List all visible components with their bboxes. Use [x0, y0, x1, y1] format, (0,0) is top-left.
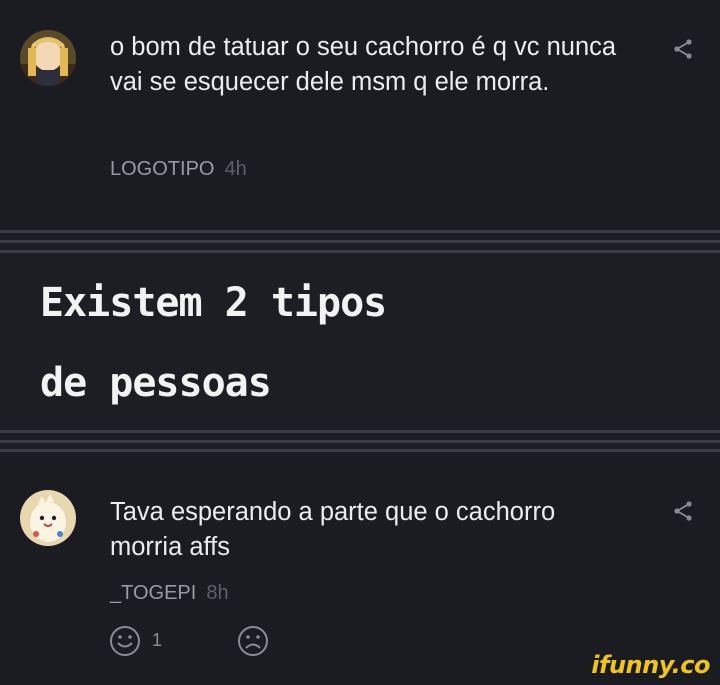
comment-1: o bom de tatuar o seu cachorro é q vc nu…: [0, 0, 720, 230]
author-name[interactable]: LOGOTIPO: [110, 158, 214, 180]
watermark-logo: ifunny.co: [591, 651, 710, 679]
share-button[interactable]: [672, 500, 694, 522]
meme-caption: Existem 2 tipos de pessoas: [0, 230, 720, 452]
like-button[interactable]: [108, 624, 142, 658]
share-icon: [674, 501, 692, 521]
comment-text: o bom de tatuar o seu cachorro é q vc nu…: [110, 33, 617, 96]
share-button[interactable]: [672, 38, 694, 60]
share-icon: [674, 39, 692, 59]
comment-text: Tava esperando a parte que o cachorro mo…: [110, 498, 556, 561]
caption-line-1: Existem 2 tipos: [40, 280, 387, 326]
divider: [0, 440, 720, 443]
anime-girl-avatar-icon: [20, 30, 76, 86]
caption-line-2: de pessoas: [40, 360, 272, 406]
frown-icon: [238, 626, 268, 656]
divider: [0, 240, 720, 243]
comment-time: 4h: [224, 158, 247, 180]
togepi-avatar-icon: [20, 490, 76, 546]
author-name[interactable]: _TOGEPI: [110, 582, 196, 604]
divider: [0, 250, 720, 253]
comment-time: 8h: [206, 582, 229, 604]
comment-meta: _TOGEPI 8h: [110, 582, 229, 605]
divider: [0, 230, 720, 233]
dislike-button[interactable]: [236, 624, 270, 658]
avatar[interactable]: [20, 490, 76, 546]
smile-icon: [110, 626, 140, 656]
avatar[interactable]: [20, 30, 76, 86]
like-count: 1: [152, 630, 163, 650]
comment-meta: LOGOTIPO 4h: [110, 158, 247, 181]
divider: [0, 430, 720, 433]
